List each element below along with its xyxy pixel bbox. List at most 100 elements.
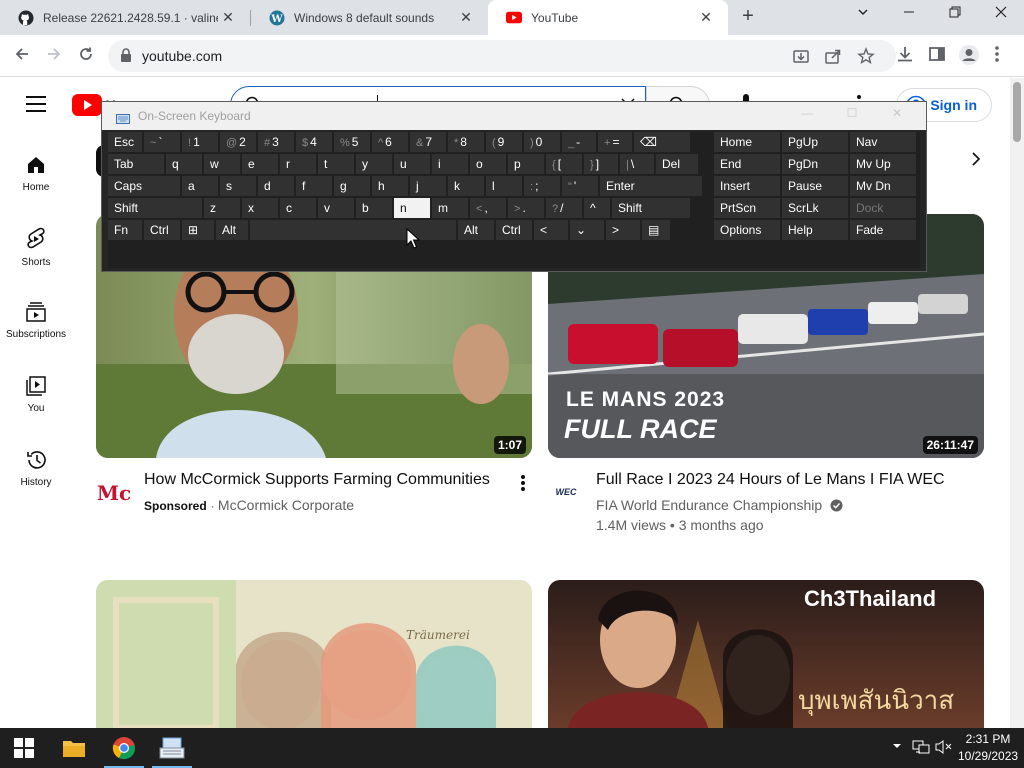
osk-key[interactable]: ^ 6: [372, 132, 408, 152]
osk-key[interactable]: Ctrl: [496, 220, 532, 240]
channel-name-row[interactable]: FIA World Endurance Championship: [596, 497, 843, 513]
osk-key[interactable]: n: [394, 198, 430, 218]
bookmark-star-icon[interactable]: [857, 47, 875, 65]
chevron-right-icon[interactable]: [970, 150, 982, 173]
osk-key[interactable]: x: [242, 198, 278, 218]
network-icon[interactable]: [912, 739, 930, 758]
osk-nav-key[interactable]: Insert: [714, 176, 780, 196]
osk-key[interactable]: w: [204, 154, 240, 174]
osk-key[interactable]: g: [334, 176, 370, 196]
tab-wordpress[interactable]: W Windows 8 default sounds ✕: [251, 0, 488, 35]
osk-key[interactable]: v: [318, 198, 354, 218]
osk-key[interactable]: m: [432, 198, 468, 218]
address-bar[interactable]: youtube.com: [108, 40, 896, 72]
osk-key[interactable]: Tab: [108, 154, 164, 174]
system-clock[interactable]: 2:31 PM 10/29/2023: [958, 731, 1018, 765]
close-icon[interactable]: ✕: [696, 9, 716, 26]
osk-key[interactable]: z: [204, 198, 240, 218]
file-explorer-button[interactable]: [50, 728, 98, 768]
osk-nav-key[interactable]: PgUp: [782, 132, 848, 152]
restore-button[interactable]: [942, 5, 968, 27]
lock-icon[interactable]: [120, 48, 132, 67]
osk-key[interactable]: Shift: [108, 198, 202, 218]
osk-key[interactable]: Esc: [108, 132, 142, 152]
page-scrollbar[interactable]: [1010, 78, 1024, 728]
osk-key[interactable]: f: [296, 176, 332, 196]
osk-key[interactable]: ⊞: [182, 220, 214, 240]
osk-nav-key[interactable]: Options: [714, 220, 780, 240]
osk-key[interactable]: (9: [486, 132, 522, 152]
osk-key[interactable]: l: [486, 176, 522, 196]
osk-key[interactable]: $4: [296, 132, 332, 152]
video-thumbnail[interactable]: Träumerei: [96, 580, 532, 728]
start-button[interactable]: [0, 728, 48, 768]
osk-nav-key[interactable]: Mv Dn: [850, 176, 916, 196]
osk-key[interactable]: e: [242, 154, 278, 174]
osk-key[interactable]: d: [258, 176, 294, 196]
close-icon[interactable]: ✕: [456, 9, 476, 26]
osk-nav-key[interactable]: End: [714, 154, 780, 174]
download-icon[interactable]: [895, 44, 917, 66]
channel-name[interactable]: FIA World Endurance Championship: [596, 497, 822, 513]
osk-key[interactable]: | \: [620, 154, 654, 174]
sidebar-item-shorts[interactable]: Shorts: [0, 227, 72, 268]
osk-nav-key[interactable]: Dock: [850, 198, 916, 218]
side-panel-icon[interactable]: [927, 44, 949, 66]
osk-key[interactable]: #3: [258, 132, 294, 152]
osk-nav-key[interactable]: Pause: [782, 176, 848, 196]
osk-key[interactable]: i: [432, 154, 468, 174]
channel-name[interactable]: McCormick Corporate: [218, 497, 354, 513]
sidebar-item-history[interactable]: History: [0, 449, 72, 488]
sidebar-item-subscriptions[interactable]: Subscriptions: [0, 301, 72, 340]
osk-key[interactable]: r: [280, 154, 316, 174]
osk-key[interactable]: :;: [524, 176, 560, 196]
osk-key[interactable]: k: [448, 176, 484, 196]
osk-nav-key[interactable]: Home: [714, 132, 780, 152]
osk-key[interactable]: Ctrl: [144, 220, 180, 240]
forward-button[interactable]: [42, 44, 66, 68]
profile-icon[interactable]: [958, 44, 980, 66]
osk-key[interactable]: ~ `: [144, 132, 180, 152]
osk-key[interactable]: t: [318, 154, 354, 174]
osk-key[interactable]: b: [356, 198, 392, 218]
osk-key[interactable]: ^: [584, 198, 610, 218]
show-hidden-icons-icon[interactable]: [892, 739, 902, 753]
osk-key[interactable]: p: [508, 154, 544, 174]
osk-key[interactable]: [250, 220, 456, 240]
osk-key[interactable]: >.: [508, 198, 544, 218]
osk-key[interactable]: c: [280, 198, 316, 218]
osk-key[interactable]: y: [356, 154, 392, 174]
osk-nav-key[interactable]: PrtScn: [714, 198, 780, 218]
osk-key[interactable]: <: [534, 220, 568, 240]
osk-key[interactable]: Del: [656, 154, 698, 174]
osk-title-bar[interactable]: On-Screen Keyboard — ☐ ✕: [102, 102, 926, 130]
osk-minimize-button[interactable]: —: [792, 106, 822, 124]
scrollbar-thumb[interactable]: [1013, 82, 1021, 142]
osk-key[interactable]: Shift: [612, 198, 690, 218]
osk-key[interactable]: _ -: [562, 132, 596, 152]
osk-key[interactable]: Alt: [216, 220, 248, 240]
new-tab-button[interactable]: +: [738, 5, 758, 29]
volume-muted-icon[interactable]: [935, 739, 953, 758]
video-title[interactable]: Full Race I 2023 24 Hours of Le Mans I F…: [596, 471, 986, 489]
install-app-icon[interactable]: [792, 47, 810, 65]
chrome-taskbar-button[interactable]: [100, 728, 148, 768]
osk-nav-key[interactable]: ScrLk: [782, 198, 848, 218]
osk-taskbar-button[interactable]: [148, 728, 196, 768]
tab-github[interactable]: Release 22621.2428.59.1 · valinet ✕: [0, 0, 250, 35]
osk-key[interactable]: * 8: [448, 132, 484, 152]
sidebar-item-you[interactable]: You: [0, 375, 72, 414]
osk-nav-key[interactable]: Mv Up: [850, 154, 916, 174]
osk-key[interactable]: Fn: [108, 220, 142, 240]
osk-key[interactable]: {[: [546, 154, 582, 174]
video-menu-icon[interactable]: [520, 474, 526, 497]
osk-key[interactable]: Alt: [458, 220, 494, 240]
osk-key[interactable]: q: [166, 154, 202, 174]
osk-key[interactable]: <,: [470, 198, 506, 218]
close-icon[interactable]: ✕: [218, 9, 238, 26]
osk-key[interactable]: + =: [598, 132, 632, 152]
fia-wec-logo[interactable]: WEC: [548, 474, 584, 510]
osk-key[interactable]: h: [372, 176, 408, 196]
osk-key[interactable]: }]: [584, 154, 618, 174]
osk-maximize-button[interactable]: ☐: [837, 106, 867, 124]
